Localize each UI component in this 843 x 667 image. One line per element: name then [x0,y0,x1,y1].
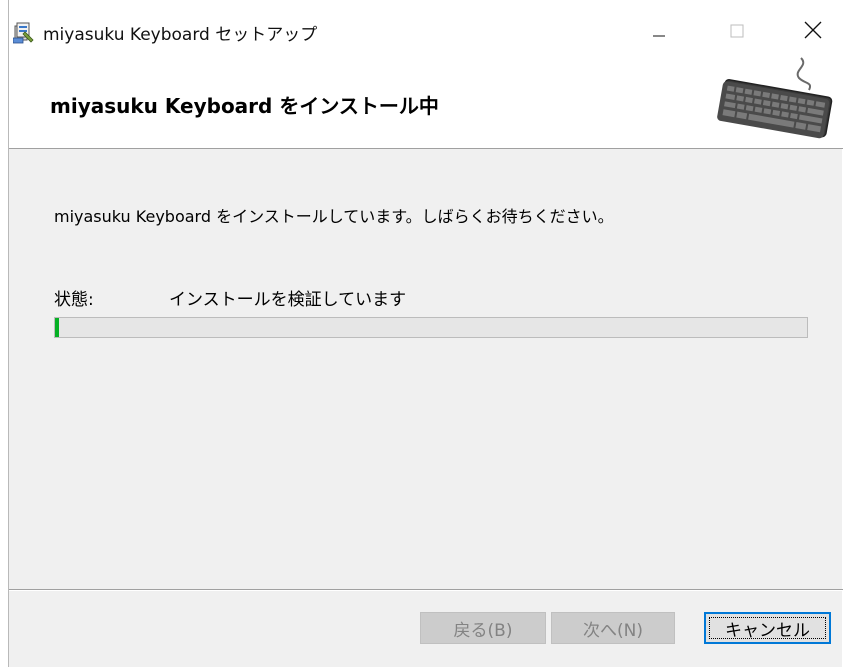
setup-window: miyasuku Keyboard セットアップ miyasuku Keyboa… [8,0,843,667]
minimize-icon [651,22,667,42]
install-message: miyasuku Keyboard をインストールしています。しばらくお待ちくだ… [54,207,614,226]
installer-app-icon [12,20,35,44]
keyboard-illustration-icon [709,56,839,146]
next-button[interactable]: 次へ(N) [551,612,675,644]
minimize-button[interactable] [631,10,687,54]
maximize-button[interactable] [709,10,765,54]
header-banner: miyasuku Keyboard をインストール中 [9,56,843,149]
progress-fill [55,318,59,337]
status-label: 状態: [54,290,94,310]
back-button-label: 戻る(B) [453,620,513,641]
cancel-button[interactable]: キャンセル [704,612,831,644]
next-button-label: 次へ(N) [583,620,643,641]
window-title: miyasuku Keyboard セットアップ [43,25,318,45]
cancel-button-label: キャンセル [725,620,810,641]
status-value: インストールを検証しています [169,290,407,310]
close-icon [804,21,822,43]
install-progress-bar [54,317,808,338]
footer-divider [9,589,843,591]
maximize-icon [730,23,744,42]
banner-title: miyasuku Keyboard をインストール中 [50,94,439,118]
title-bar[interactable]: miyasuku Keyboard セットアップ [9,0,843,56]
back-button[interactable]: 戻る(B) [420,612,546,644]
close-button[interactable] [785,10,841,54]
